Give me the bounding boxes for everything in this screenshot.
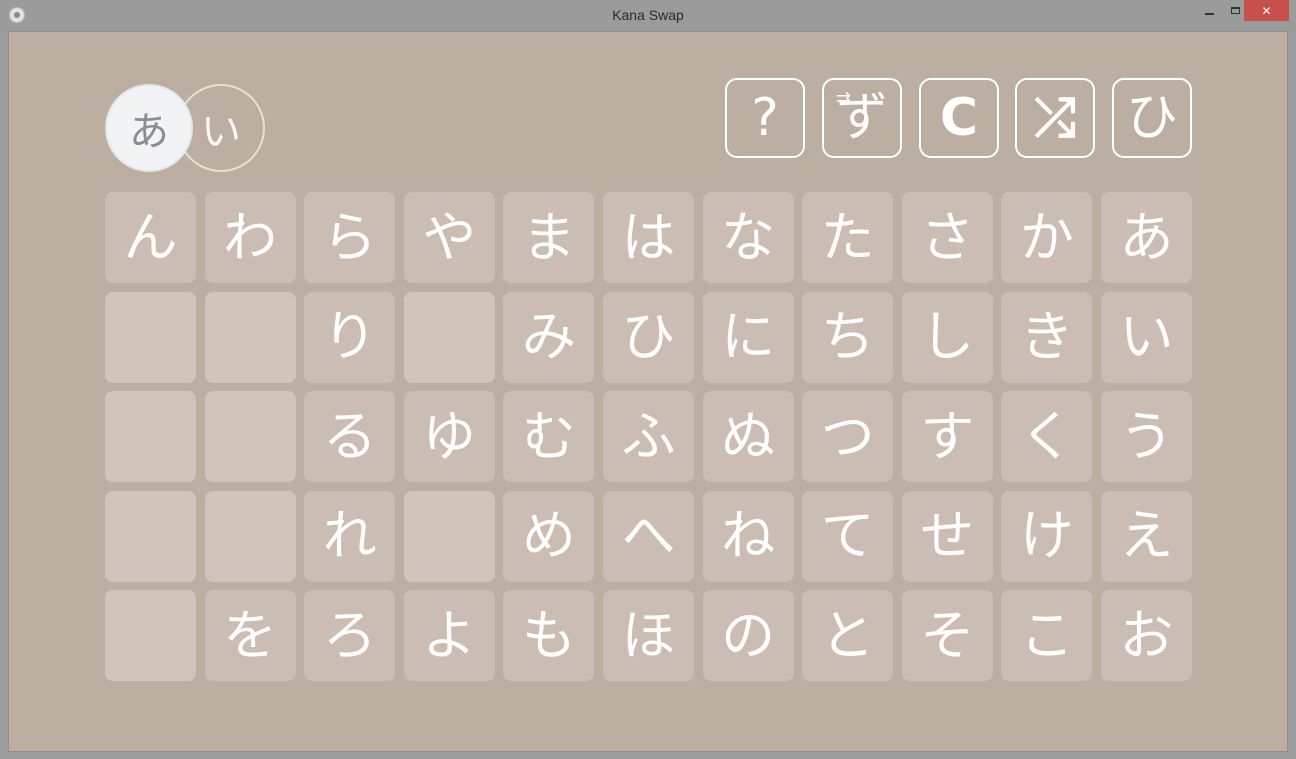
kana-tile[interactable]: て	[802, 490, 894, 582]
swap-arrows-icon: ⇉	[836, 88, 852, 109]
kana-tile[interactable]: た	[802, 192, 894, 283]
close-icon: ✕	[1261, 3, 1272, 18]
kana-tile[interactable]: す	[901, 391, 993, 483]
maximize-icon	[1230, 7, 1240, 14]
empty-tile	[105, 590, 196, 682]
kana-tile[interactable]: う	[1100, 391, 1192, 483]
kana-tile[interactable]: ち	[802, 291, 894, 383]
kana-tile[interactable]: よ	[403, 590, 495, 682]
kana-tile[interactable]: お	[1100, 590, 1192, 682]
kana-tile[interactable]: ら	[304, 192, 396, 283]
kana-tile[interactable]: ろ	[304, 590, 396, 682]
kana-tile[interactable]: つ	[802, 391, 894, 483]
shuffle-icon: ⤮	[1034, 88, 1076, 148]
kana-tile[interactable]: さ	[901, 192, 993, 283]
kana-tile[interactable]: そ	[901, 590, 993, 682]
kana-tile[interactable]: み	[503, 291, 595, 383]
swap-button[interactable]: ⇉ ず	[822, 78, 902, 158]
kana-tile[interactable]: ね	[702, 490, 794, 582]
kana-tile[interactable]: に	[702, 291, 794, 383]
empty-tile	[105, 291, 196, 383]
reset-icon: C	[939, 88, 979, 148]
mode-toggle-active[interactable]: あ	[105, 84, 193, 172]
empty-tile	[204, 391, 296, 483]
empty-tile	[105, 490, 196, 582]
kana-tile[interactable]: る	[304, 391, 396, 483]
kana-tile[interactable]: へ	[602, 490, 694, 582]
kana-tile[interactable]: せ	[901, 490, 993, 582]
kana-tile[interactable]: や	[403, 192, 495, 283]
kana-tile[interactable]: わ	[204, 192, 296, 283]
kana-tile[interactable]: か	[1001, 192, 1093, 283]
kana-tile[interactable]: き	[1001, 291, 1093, 383]
kana-tile[interactable]: ひ	[602, 291, 694, 383]
kana-tile[interactable]: く	[1001, 391, 1093, 483]
kana-tile[interactable]: り	[304, 291, 396, 383]
kana-tile[interactable]: な	[702, 192, 794, 283]
kana-tile[interactable]: む	[503, 391, 595, 483]
empty-tile	[105, 391, 196, 483]
empty-tile	[204, 490, 296, 582]
help-icon: ?	[751, 88, 779, 148]
kana-tile[interactable]: こ	[1001, 590, 1093, 682]
window-title: Kana Swap	[612, 7, 684, 23]
kana-tile[interactable]: い	[1100, 291, 1192, 383]
kana-tile[interactable]: の	[702, 590, 794, 682]
kana-tile[interactable]: ぬ	[702, 391, 794, 483]
kana-tile[interactable]: も	[503, 590, 595, 682]
kana-tile[interactable]: ん	[105, 192, 196, 283]
kana-tile[interactable]: と	[802, 590, 894, 682]
close-button[interactable]: ✕	[1244, 0, 1289, 21]
kana-tile[interactable]: あ	[1100, 192, 1192, 283]
shuffle-button[interactable]: ⤮	[1015, 78, 1095, 158]
kana-tile[interactable]: し	[901, 291, 993, 383]
script-button[interactable]: ひ	[1112, 78, 1192, 158]
kana-tile[interactable]: け	[1001, 490, 1093, 582]
kana-tile[interactable]: れ	[304, 490, 396, 582]
kana-tile[interactable]: ほ	[602, 590, 694, 682]
kana-tile[interactable]: は	[602, 192, 694, 283]
kana-tile[interactable]: を	[204, 590, 296, 682]
empty-tile	[403, 490, 495, 582]
empty-tile	[204, 291, 296, 383]
script-icon: ひ	[1125, 88, 1178, 148]
kana-tile[interactable]: え	[1100, 490, 1192, 582]
empty-tile	[403, 291, 495, 383]
title-bar[interactable]: Kana Swap ✕	[0, 0, 1296, 31]
minimize-button[interactable]	[1196, 0, 1222, 21]
minimize-icon	[1204, 12, 1214, 15]
kana-grid: んわらやまはなたさかあり みひにちしきいるゆむふぬつすくうれ めへねてせけえをろよも…	[105, 192, 1192, 682]
kana-tile[interactable]: ま	[503, 192, 595, 283]
kana-tile[interactable]: め	[503, 490, 595, 582]
kana-tile[interactable]: ゆ	[403, 391, 495, 483]
help-button[interactable]: ?	[725, 78, 805, 158]
kana-tile[interactable]: ふ	[602, 391, 694, 483]
reset-button[interactable]: C	[919, 78, 999, 158]
